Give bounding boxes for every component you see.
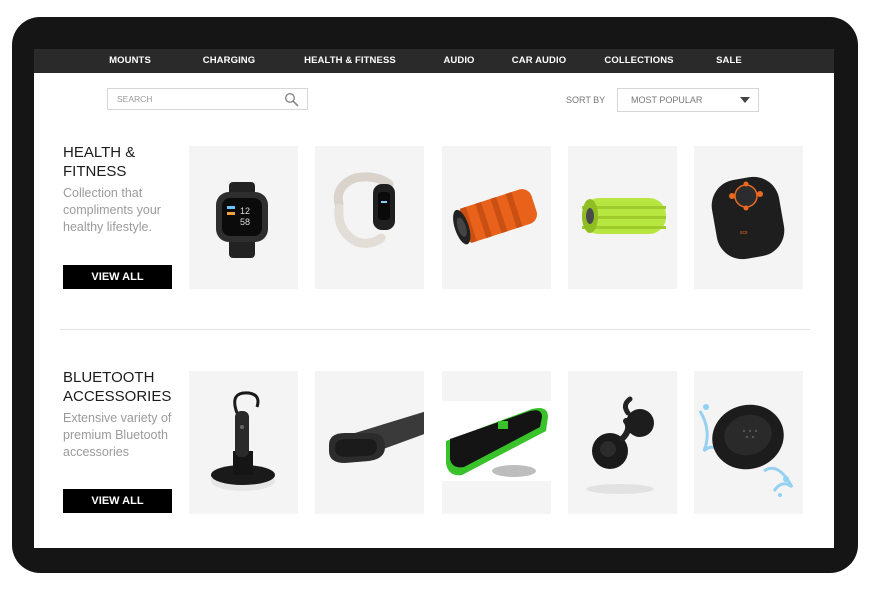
portable-speaker-image: scx bbox=[711, 176, 785, 260]
search-box bbox=[107, 88, 308, 110]
search-icon[interactable] bbox=[284, 92, 299, 107]
section-title-health-fitness: HEALTH & FITNESS bbox=[63, 144, 136, 180]
bluetooth-headset-image bbox=[211, 391, 275, 491]
wireless-earbuds-image bbox=[586, 396, 654, 494]
smartwatch-image: 12 58 bbox=[216, 182, 268, 258]
screen: MOUNTS CHARGING HEALTH & FITNESS AUDIO C… bbox=[34, 49, 834, 548]
svg-text:58: 58 bbox=[240, 217, 250, 227]
product-card-fitness-band[interactable] bbox=[315, 146, 424, 289]
sort-label: SORT BY bbox=[566, 95, 606, 105]
green-foam-roller-image bbox=[582, 198, 666, 234]
product-card-orange-foam-roller[interactable] bbox=[442, 146, 551, 289]
caret-down-icon bbox=[740, 97, 750, 103]
section-divider bbox=[60, 329, 810, 330]
product-card-green-phone-mount[interactable] bbox=[442, 371, 551, 514]
nav-item-audio[interactable]: AUDIO bbox=[443, 49, 474, 73]
nav-item-charging[interactable]: CHARGING bbox=[203, 49, 256, 73]
sort-selected-value: MOST POPULAR bbox=[631, 95, 703, 105]
product-card-portable-speaker[interactable]: scx bbox=[694, 146, 803, 289]
product-card-armband-tracker[interactable] bbox=[315, 371, 424, 514]
splash-speaker-image bbox=[698, 404, 794, 497]
section-description: Extensive variety of premium Bluetooth a… bbox=[63, 411, 172, 459]
product-card-green-foam-roller[interactable] bbox=[568, 146, 677, 289]
armband-tracker-image bbox=[329, 411, 424, 463]
nav-item-sale[interactable]: SALE bbox=[716, 49, 742, 73]
section-description: Collection that compliments your healthy… bbox=[63, 186, 161, 234]
sort-select[interactable]: MOST POPULAR bbox=[617, 88, 759, 112]
search-input[interactable] bbox=[117, 92, 277, 106]
product-card-splash-speaker[interactable] bbox=[694, 371, 803, 514]
product-card-bluetooth-headset[interactable] bbox=[189, 371, 298, 514]
view-all-button-health-fitness[interactable]: VIEW ALL bbox=[63, 265, 172, 289]
svg-text:scx: scx bbox=[740, 230, 748, 236]
product-card-wireless-earbuds[interactable] bbox=[568, 371, 677, 514]
section-title-bluetooth-accessories: BLUETOOTH ACCESSORIES bbox=[63, 369, 172, 405]
fitness-band-image bbox=[333, 172, 395, 248]
nav-item-mounts[interactable]: MOUNTS bbox=[109, 49, 151, 73]
view-all-button-bluetooth-accessories[interactable]: VIEW ALL bbox=[63, 489, 172, 513]
svg-text:12: 12 bbox=[240, 206, 250, 216]
top-nav: MOUNTS CHARGING HEALTH & FITNESS AUDIO C… bbox=[34, 49, 834, 73]
nav-item-car-audio[interactable]: CAR AUDIO bbox=[512, 49, 566, 73]
nav-item-health-fitness[interactable]: HEALTH & FITNESS bbox=[304, 49, 396, 73]
green-phone-mount-image bbox=[442, 401, 551, 481]
product-card-smartwatch[interactable]: 12 58 bbox=[189, 146, 298, 289]
nav-item-collections[interactable]: COLLECTIONS bbox=[604, 49, 673, 73]
orange-foam-roller-image bbox=[453, 189, 538, 245]
